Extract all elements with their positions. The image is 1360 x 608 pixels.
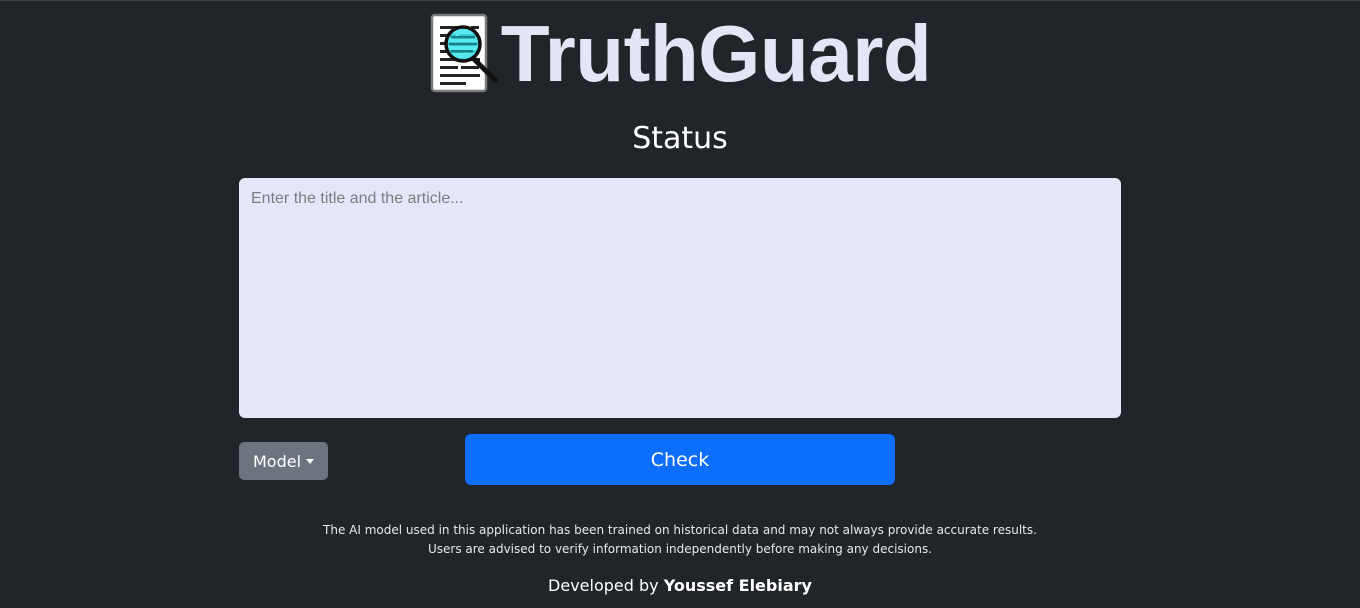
app-title: TruthGuard xyxy=(500,9,932,98)
brand-header: TruthGuard xyxy=(0,11,1360,97)
model-button-label: Model xyxy=(252,451,302,471)
model-dropdown-button[interactable]: Model xyxy=(239,442,328,480)
footer-prefix: Developed by xyxy=(548,576,664,595)
status-heading: Status xyxy=(632,121,728,156)
footer-credit: Developed by Youssef Elebiary xyxy=(0,575,1360,597)
check-button-label: Check xyxy=(650,448,710,471)
check-button[interactable]: Check xyxy=(465,434,895,485)
app-page: TruthGuard Status Model Check The AI mod… xyxy=(0,0,1360,608)
footer-author: Youssef Elebiary xyxy=(663,576,812,595)
caret-down-icon xyxy=(306,459,315,464)
disclaimer: The AI model used in this application ha… xyxy=(0,521,1360,559)
article-input[interactable] xyxy=(239,178,1121,418)
disclaimer-line-1: The AI model used in this application ha… xyxy=(323,523,1037,537)
disclaimer-line-2: Users are advised to verify information … xyxy=(427,542,933,556)
document-magnifier-icon xyxy=(430,13,498,93)
